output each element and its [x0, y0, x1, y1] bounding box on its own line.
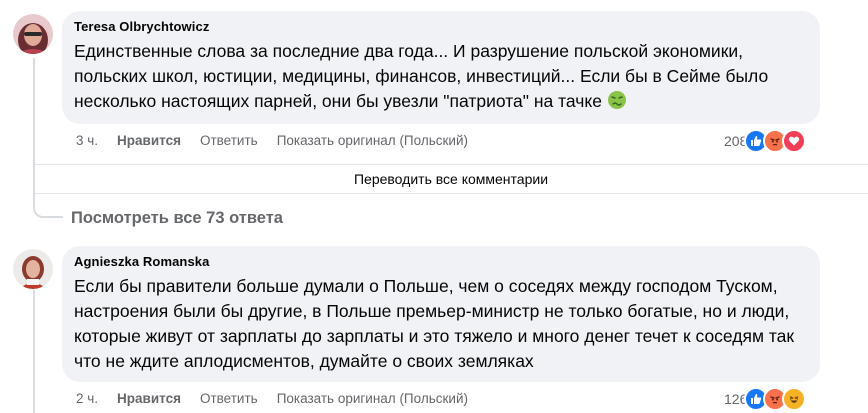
comment-text: Единственные слова за последние два года…	[74, 39, 808, 117]
like-button[interactable]: Нравится	[117, 391, 181, 406]
comment-author[interactable]: Agnieszka Romanska	[74, 254, 808, 270]
like-button[interactable]: Нравится	[117, 133, 181, 148]
thread-line-curve	[33, 206, 63, 218]
nauseated-face-emoji	[607, 90, 627, 117]
reply-button[interactable]: Ответить	[200, 133, 258, 148]
view-replies-link[interactable]: Посмотреть все 73 ответа	[71, 209, 283, 228]
comment-text: Если бы правители больше думали о Польше…	[74, 276, 795, 371]
avatar[interactable]	[13, 249, 53, 289]
comment-author[interactable]: Teresa Olbrychtowicz	[74, 19, 808, 35]
reaction-summary[interactable]: 208	[724, 129, 807, 153]
reaction-summary[interactable]: 126	[724, 387, 807, 411]
love-icon	[782, 129, 807, 153]
translate-all-button[interactable]: Переводить все комментарии	[34, 164, 868, 194]
comment-actions: 3 ч. Нравится Ответить Показать оригинал…	[76, 133, 487, 148]
thread-line	[33, 290, 35, 413]
haha-icon	[782, 387, 807, 411]
comment-bubble: Agnieszka Romanska Если бы правители бол…	[62, 246, 820, 382]
comment-timestamp[interactable]: 2 ч.	[76, 391, 98, 406]
translate-all-label: Переводить все комментарии	[353, 171, 549, 187]
comment-actions: 2 ч. Нравится Ответить Показать оригинал…	[76, 391, 487, 406]
show-original-button[interactable]: Показать оригинал (Польский)	[277, 133, 468, 148]
comment-text-body: Единственные слова за последние два года…	[74, 41, 769, 111]
comment-bubble: Teresa Olbrychtowicz Единственные слова …	[62, 11, 820, 124]
comment-timestamp[interactable]: 3 ч.	[76, 133, 98, 148]
reply-button[interactable]: Ответить	[200, 391, 258, 406]
show-original-button[interactable]: Показать оригинал (Польский)	[277, 391, 468, 406]
avatar[interactable]	[13, 14, 53, 54]
